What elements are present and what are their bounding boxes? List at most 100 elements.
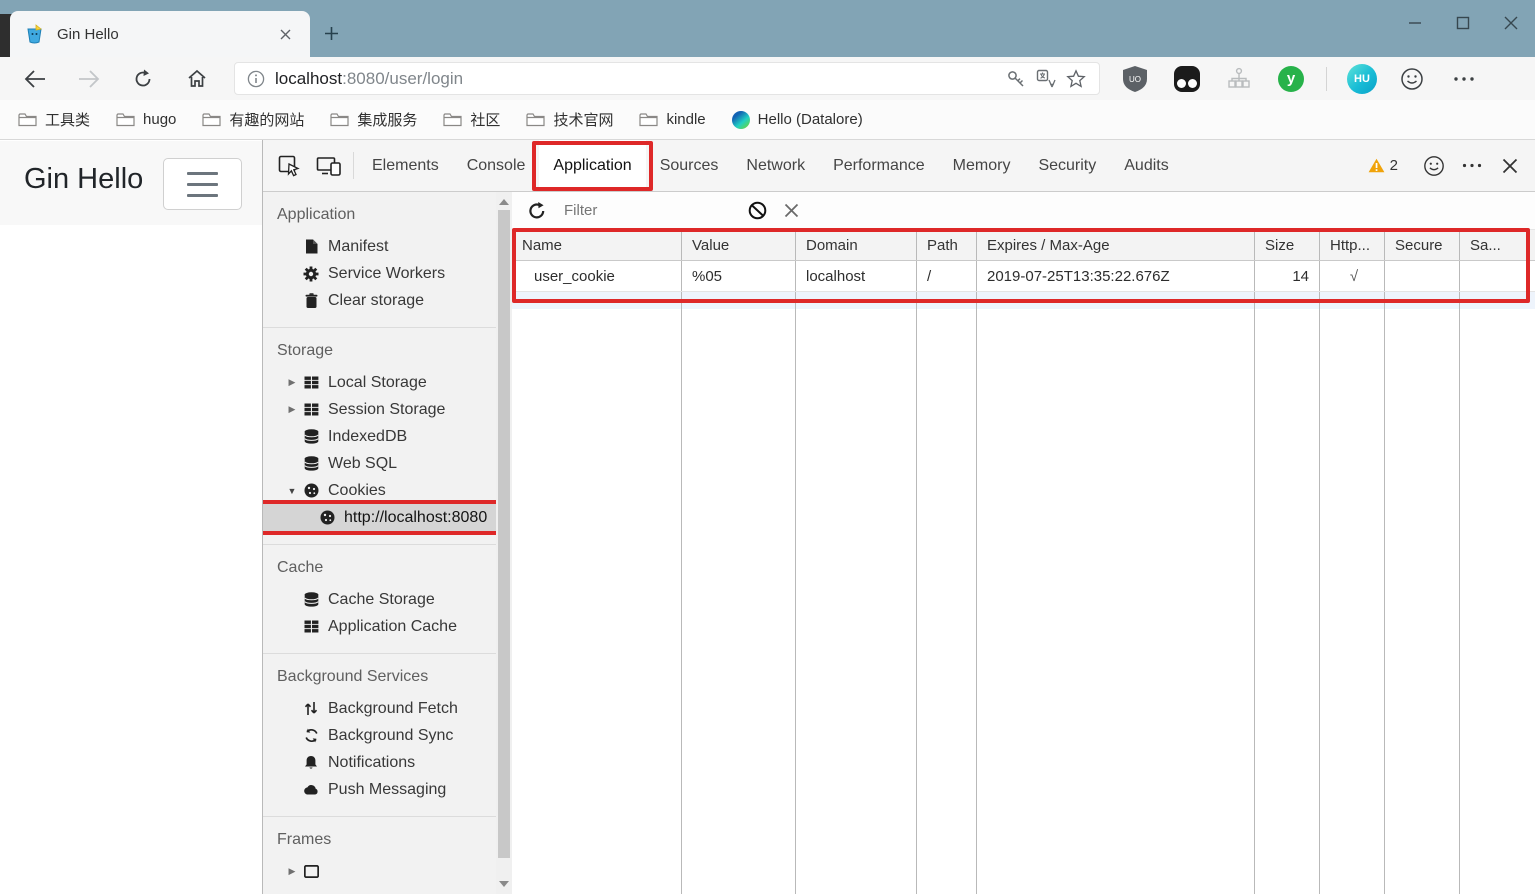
col-size[interactable]: Size (1255, 230, 1320, 260)
refresh-icon[interactable] (126, 62, 160, 96)
home-icon[interactable] (180, 62, 214, 96)
sidebar-item-cookies[interactable]: ▼ Cookies (263, 477, 496, 504)
minimize-icon[interactable] (1391, 0, 1439, 46)
tab-security[interactable]: Security (1024, 140, 1110, 191)
feedback-smiley-icon[interactable] (1395, 62, 1429, 96)
cell-expires[interactable]: 2019-07-25T13:35:22.676Z (977, 261, 1255, 291)
close-window-icon[interactable] (1487, 0, 1535, 46)
bookmark-folder-kindle[interactable]: kindle (639, 111, 705, 128)
tab-application[interactable]: Application (539, 140, 645, 191)
cell-secure[interactable] (1385, 261, 1460, 291)
col-domain[interactable]: Domain (796, 230, 917, 260)
scroll-up-icon[interactable] (496, 194, 512, 210)
frame-icon (301, 865, 321, 878)
sidebar-item-application-cache[interactable]: Application Cache (263, 613, 496, 640)
sidebar-item-web-sql[interactable]: Web SQL (263, 450, 496, 477)
chevron-right-icon[interactable]: ▶ (285, 404, 299, 415)
address-bar[interactable]: localhost:8080/user/login (234, 62, 1100, 95)
devtools-body: Application Manifest Service Workers (263, 192, 1535, 894)
sidebar-item-manifest[interactable]: Manifest (263, 233, 496, 260)
col-expires[interactable]: Expires / Max-Age (977, 230, 1255, 260)
tab-performance[interactable]: Performance (819, 140, 939, 191)
col-samesite[interactable]: Sa... (1460, 230, 1535, 260)
browser-tab[interactable]: Gin Hello (10, 11, 310, 57)
sidebar-item-background-sync[interactable]: Background Sync (263, 722, 496, 749)
cell-size[interactable]: 14 (1255, 261, 1320, 291)
sidebar-item-clear-storage[interactable]: Clear storage (263, 287, 496, 314)
sidebar-item-frame-top[interactable]: ▶ (263, 858, 496, 885)
device-toolbar-icon[interactable] (309, 140, 349, 191)
devtools-menu-dots-icon[interactable] (1456, 150, 1488, 182)
bookmark-datalore[interactable]: Hello (Datalore) (732, 111, 863, 129)
sidebar-item-push-messaging[interactable]: Push Messaging (263, 776, 496, 803)
console-warning-indicator[interactable]: 2 (1368, 157, 1398, 174)
translate-icon[interactable] (1031, 65, 1061, 93)
cell-domain[interactable]: localhost (796, 261, 917, 291)
cell-samesite[interactable] (1460, 261, 1535, 291)
dark-squircle-extension-icon[interactable] (1170, 62, 1204, 96)
devtools-feedback-icon[interactable] (1418, 150, 1450, 182)
sitemap-extension-icon[interactable] (1222, 62, 1256, 96)
tab-sources[interactable]: Sources (646, 140, 733, 191)
sidebar-item-background-fetch[interactable]: Background Fetch (263, 695, 496, 722)
cell-name[interactable]: user_cookie (512, 261, 682, 291)
new-tab-icon[interactable] (318, 20, 344, 46)
cell-httponly-check[interactable]: √ (1320, 261, 1385, 291)
tab-elements[interactable]: Elements (358, 140, 453, 191)
forward-icon[interactable] (72, 62, 106, 96)
sidebar-item-cache-storage[interactable]: Cache Storage (263, 586, 496, 613)
delete-selected-icon[interactable] (774, 196, 808, 226)
cell-value[interactable]: %05 (682, 261, 796, 291)
cell-path[interactable]: / (917, 261, 977, 291)
sidebar-item-session-storage[interactable]: ▶ Session Storage (263, 396, 496, 423)
sidebar-item-local-storage[interactable]: ▶ Local Storage (263, 369, 496, 396)
tab-network[interactable]: Network (732, 140, 819, 191)
profile-avatar[interactable]: HU (1347, 64, 1377, 94)
bookmark-folder-community[interactable]: 社区 (443, 109, 500, 130)
green-extension-icon[interactable]: y (1274, 62, 1308, 96)
sidebar-scrollbar[interactable] (496, 192, 512, 894)
refresh-cookies-icon[interactable] (520, 196, 554, 226)
bookmark-folder-toolset[interactable]: 工具类 (18, 109, 90, 130)
cookie-filter-input[interactable] (564, 199, 734, 223)
scrollbar-thumb[interactable] (498, 210, 510, 858)
section-title: Frames (263, 817, 496, 858)
bookmark-folder-integration[interactable]: 集成服务 (330, 109, 417, 130)
bookmark-folder-tech-sites[interactable]: 技术官网 (526, 109, 613, 130)
sidebar-item-indexeddb[interactable]: IndexedDB (263, 423, 496, 450)
sidebar-item-cookies-localhost[interactable]: http://localhost:8080 (263, 504, 496, 531)
password-key-icon[interactable] (1001, 65, 1031, 93)
chevron-right-icon[interactable]: ▶ (285, 866, 299, 877)
tab-audits[interactable]: Audits (1110, 140, 1182, 191)
cookie-row-user-cookie[interactable]: user_cookie %05 localhost / 2019-07-25T1… (512, 261, 1535, 292)
sidebar-item-notifications[interactable]: Notifications (263, 749, 496, 776)
maximize-icon[interactable] (1439, 0, 1487, 46)
chevron-down-icon[interactable]: ▼ (285, 486, 299, 496)
col-path[interactable]: Path (917, 230, 977, 260)
devtools-close-icon[interactable] (1494, 150, 1526, 182)
folder-icon (526, 112, 545, 127)
cookie-table-header[interactable]: Name Value Domain Path Expires / Max-Age… (512, 230, 1535, 261)
sidebar-item-service-workers[interactable]: Service Workers (263, 260, 496, 287)
tab-console[interactable]: Console (453, 140, 540, 191)
site-info-icon[interactable] (247, 70, 265, 88)
favorite-star-icon[interactable] (1061, 65, 1091, 93)
trash-icon (301, 293, 321, 308)
bookmark-folder-fun-sites[interactable]: 有趣的网站 (202, 109, 304, 130)
col-secure[interactable]: Secure (1385, 230, 1460, 260)
ublock-extension-icon[interactable]: UO (1118, 62, 1152, 96)
browser-menu-dots-icon[interactable] (1447, 62, 1481, 96)
back-icon[interactable] (18, 62, 52, 96)
col-value[interactable]: Value (682, 230, 796, 260)
url-text[interactable]: localhost:8080/user/login (275, 69, 1001, 89)
bookmark-folder-hugo[interactable]: hugo (116, 111, 176, 128)
col-http[interactable]: Http... (1320, 230, 1385, 260)
chevron-right-icon[interactable]: ▶ (285, 377, 299, 388)
clear-all-icon[interactable] (740, 196, 774, 226)
navbar-toggler-button[interactable] (163, 158, 242, 210)
tab-memory[interactable]: Memory (939, 140, 1025, 191)
inspect-element-icon[interactable] (269, 140, 309, 191)
scroll-down-icon[interactable] (496, 876, 512, 892)
col-name[interactable]: Name (512, 230, 682, 260)
tab-close-icon[interactable] (272, 21, 298, 47)
